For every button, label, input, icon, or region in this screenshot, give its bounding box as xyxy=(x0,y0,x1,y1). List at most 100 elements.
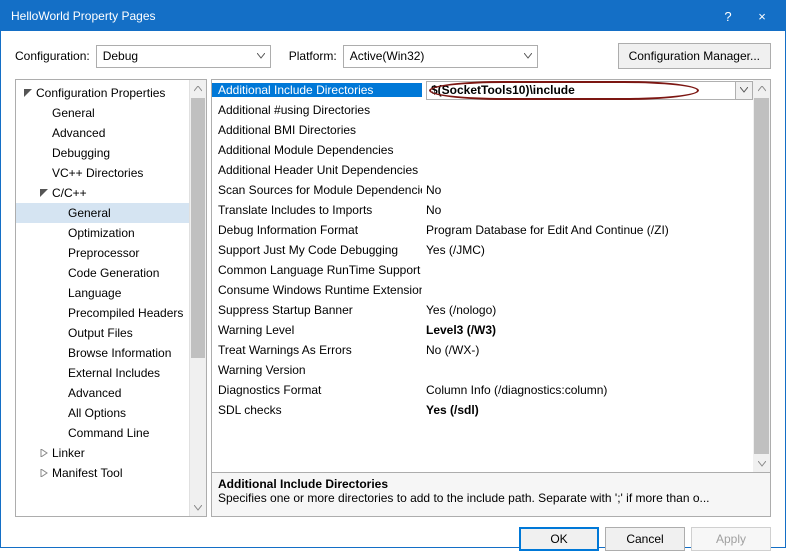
property-value[interactable]: Program Database for Edit And Continue (… xyxy=(422,223,753,237)
property-value[interactable]: Yes (/nologo) xyxy=(422,303,753,317)
tree-item-all-options[interactable]: All Options xyxy=(16,403,189,423)
property-label: Additional Header Unit Dependencies xyxy=(212,163,422,177)
tree-item-advanced[interactable]: Advanced xyxy=(16,123,189,143)
tree-item-label: External Includes xyxy=(68,366,160,380)
tree-item-label: VC++ Directories xyxy=(52,166,143,180)
tree-item-label: Configuration Properties xyxy=(36,86,165,100)
collapse-icon[interactable] xyxy=(38,187,50,199)
property-label: SDL checks xyxy=(212,403,422,417)
property-label: Additional #using Directories xyxy=(212,103,422,117)
scroll-thumb[interactable] xyxy=(754,98,769,454)
apply-button[interactable]: Apply xyxy=(691,527,771,551)
tree-scrollbar[interactable] xyxy=(189,80,206,516)
configuration-manager-button[interactable]: Configuration Manager... xyxy=(618,43,771,69)
help-button[interactable]: ? xyxy=(711,5,745,27)
tree-item-output-files[interactable]: Output Files xyxy=(16,323,189,343)
property-row[interactable]: Translate Includes to ImportsNo xyxy=(212,200,753,220)
scroll-up-icon[interactable] xyxy=(190,80,206,97)
property-row[interactable]: Scan Sources for Module DependenciesNo xyxy=(212,180,753,200)
property-value-input[interactable]: $(SocketTools10)\include xyxy=(426,81,736,100)
property-row[interactable]: Diagnostics FormatColumn Info (/diagnost… xyxy=(212,380,753,400)
tree-item-code-generation[interactable]: Code Generation xyxy=(16,263,189,283)
tree-spacer xyxy=(38,127,50,139)
tree-item-label: Manifest Tool xyxy=(52,466,122,480)
property-value[interactable]: No xyxy=(422,203,753,217)
property-value[interactable]: Level3 (/W3) xyxy=(422,323,753,337)
property-row[interactable]: Warning Version xyxy=(212,360,753,380)
property-value[interactable]: $(SocketTools10)\include xyxy=(422,81,753,100)
property-row[interactable]: Treat Warnings As ErrorsNo (/WX-) xyxy=(212,340,753,360)
tree-item-label: Advanced xyxy=(68,386,121,400)
property-label: Scan Sources for Module Dependencies xyxy=(212,183,422,197)
property-row[interactable]: Support Just My Code DebuggingYes (/JMC) xyxy=(212,240,753,260)
scroll-down-icon[interactable] xyxy=(190,499,206,516)
tree-item-general[interactable]: General xyxy=(16,103,189,123)
tree-item-advanced[interactable]: Advanced xyxy=(16,383,189,403)
tree-item-c-c[interactable]: C/C++ xyxy=(16,183,189,203)
property-label: Treat Warnings As Errors xyxy=(212,343,422,357)
tree-item-precompiled-headers[interactable]: Precompiled Headers xyxy=(16,303,189,323)
property-value[interactable]: No xyxy=(422,183,753,197)
property-value[interactable]: No (/WX-) xyxy=(422,343,753,357)
tree-item-optimization[interactable]: Optimization xyxy=(16,223,189,243)
tree-spacer xyxy=(54,247,66,259)
property-label: Debug Information Format xyxy=(212,223,422,237)
close-button[interactable]: × xyxy=(745,5,779,27)
tree-item-browse-information[interactable]: Browse Information xyxy=(16,343,189,363)
tree-item-label: All Options xyxy=(68,406,126,420)
tree-item-language[interactable]: Language xyxy=(16,283,189,303)
collapse-icon[interactable] xyxy=(22,87,34,99)
expand-icon[interactable] xyxy=(38,467,50,479)
tree-item-debugging[interactable]: Debugging xyxy=(16,143,189,163)
tree-item-linker[interactable]: Linker xyxy=(16,443,189,463)
property-value[interactable]: Yes (/JMC) xyxy=(422,243,753,257)
property-value[interactable]: Yes (/sdl) xyxy=(422,403,753,417)
property-grid[interactable]: Additional Include Directories$(SocketTo… xyxy=(211,79,771,473)
property-row[interactable]: Additional Module Dependencies xyxy=(212,140,753,160)
button-row: OK Cancel Apply xyxy=(1,517,785,551)
tree-spacer xyxy=(54,227,66,239)
tree-item-label: Browse Information xyxy=(68,346,171,360)
property-row[interactable]: Consume Windows Runtime Extension xyxy=(212,280,753,300)
tree-item-configuration-properties[interactable]: Configuration Properties xyxy=(16,83,189,103)
property-label: Additional Module Dependencies xyxy=(212,143,422,157)
property-row[interactable]: Additional #using Directories xyxy=(212,100,753,120)
platform-dropdown[interactable]: Active(Win32) xyxy=(343,45,538,68)
scroll-thumb[interactable] xyxy=(191,98,205,358)
grid-scrollbar[interactable] xyxy=(753,80,770,472)
tree-item-label: Advanced xyxy=(52,126,105,140)
property-row[interactable]: Warning LevelLevel3 (/W3) xyxy=(212,320,753,340)
property-label: Additional BMI Directories xyxy=(212,123,422,137)
property-row[interactable]: Debug Information FormatProgram Database… xyxy=(212,220,753,240)
tree-item-manifest-tool[interactable]: Manifest Tool xyxy=(16,463,189,483)
configuration-dropdown[interactable]: Debug xyxy=(96,45,271,68)
tree-list[interactable]: Configuration Properties General Advanced D… xyxy=(16,80,189,516)
property-row[interactable]: Additional BMI Directories xyxy=(212,120,753,140)
tree-item-command-line[interactable]: Command Line xyxy=(16,423,189,443)
expand-icon[interactable] xyxy=(38,447,50,459)
property-row[interactable]: Common Language RunTime Support xyxy=(212,260,753,280)
property-value[interactable]: Column Info (/diagnostics:column) xyxy=(422,383,753,397)
tree-item-label: Debugging xyxy=(52,146,110,160)
tree-spacer xyxy=(54,387,66,399)
property-row[interactable]: SDL checksYes (/sdl) xyxy=(212,400,753,420)
property-row[interactable]: Suppress Startup BannerYes (/nologo) xyxy=(212,300,753,320)
property-row[interactable]: Additional Header Unit Dependencies xyxy=(212,160,753,180)
tree-item-general[interactable]: General xyxy=(16,203,189,223)
tree-spacer xyxy=(54,267,66,279)
scroll-up-icon[interactable] xyxy=(753,80,770,97)
property-panel: Additional Include Directories$(SocketTo… xyxy=(211,79,771,517)
scroll-down-icon[interactable] xyxy=(753,455,770,472)
configuration-value: Debug xyxy=(103,49,138,63)
tree-spacer xyxy=(54,207,66,219)
platform-value: Active(Win32) xyxy=(350,49,425,63)
tree-item-preprocessor[interactable]: Preprocessor xyxy=(16,243,189,263)
property-label: Translate Includes to Imports xyxy=(212,203,422,217)
property-dropdown-button[interactable] xyxy=(735,81,753,100)
ok-button[interactable]: OK xyxy=(519,527,599,551)
cancel-button[interactable]: Cancel xyxy=(605,527,685,551)
property-row[interactable]: Additional Include Directories$(SocketTo… xyxy=(212,80,753,100)
tree-item-vc-directories[interactable]: VC++ Directories xyxy=(16,163,189,183)
tree-item-external-includes[interactable]: External Includes xyxy=(16,363,189,383)
config-bar: Configuration: Debug Platform: Active(Wi… xyxy=(1,31,785,79)
